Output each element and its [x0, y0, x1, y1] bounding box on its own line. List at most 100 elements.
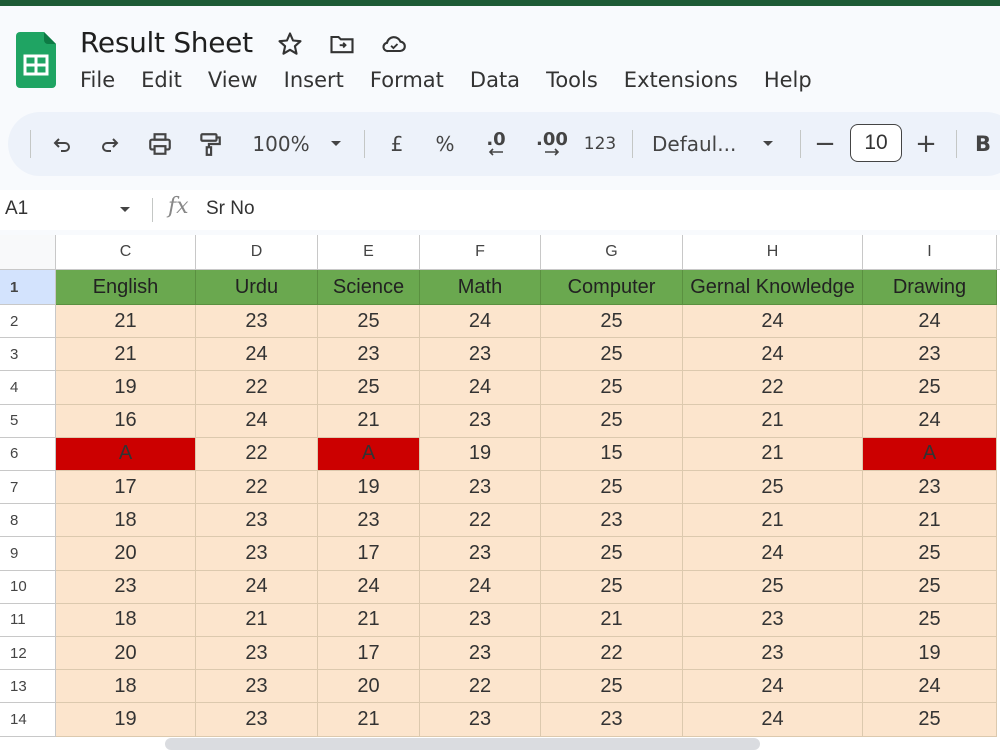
table-cell[interactable]: 18	[56, 603, 196, 637]
table-cell[interactable]: 25	[863, 703, 997, 737]
table-cell[interactable]: 25	[541, 537, 683, 571]
table-cell[interactable]: 21	[318, 404, 420, 438]
row-header[interactable]: 14	[0, 703, 56, 737]
table-cell[interactable]: 15	[541, 437, 683, 471]
menu-help[interactable]: Help	[764, 68, 812, 96]
column-header-f[interactable]: F	[420, 235, 541, 270]
menu-view[interactable]: View	[208, 68, 258, 96]
table-cell[interactable]: 24	[863, 670, 997, 704]
table-cell[interactable]: 19	[56, 371, 196, 405]
column-header-g[interactable]: G	[541, 235, 683, 270]
row-header[interactable]: 7	[0, 471, 56, 505]
row-header[interactable]: 9	[0, 537, 56, 571]
bold-button[interactable]: B	[972, 112, 994, 176]
table-cell[interactable]: 24	[683, 537, 863, 571]
table-cell[interactable]: 23	[420, 637, 541, 671]
currency-button[interactable]: £	[382, 112, 412, 176]
table-cell[interactable]: 24	[420, 570, 541, 604]
header-cell[interactable]: Urdu	[196, 270, 318, 305]
star-icon[interactable]	[276, 30, 304, 58]
row-header[interactable]: 3	[0, 338, 56, 372]
document-title[interactable]: Result Sheet	[80, 26, 253, 59]
menu-file[interactable]: File	[80, 68, 115, 96]
row-header[interactable]: 4	[0, 371, 56, 405]
table-cell[interactable]: 19	[863, 637, 997, 671]
name-box[interactable]: A1	[5, 198, 28, 220]
table-cell[interactable]: 20	[318, 670, 420, 704]
table-cell[interactable]: 25	[863, 371, 997, 405]
table-cell[interactable]: 22	[541, 637, 683, 671]
decrease-font-size-button[interactable]: −	[812, 112, 838, 176]
header-cell[interactable]: Science	[318, 270, 420, 305]
table-cell[interactable]: 23	[56, 570, 196, 604]
font-size-input[interactable]: 10	[850, 124, 902, 162]
table-cell[interactable]: 23	[863, 338, 997, 372]
table-cell[interactable]: 17	[318, 537, 420, 571]
menu-tools[interactable]: Tools	[546, 68, 598, 96]
header-cell[interactable]: Drawing	[863, 270, 997, 305]
paint-format-icon[interactable]	[194, 112, 226, 176]
table-cell[interactable]: 22	[196, 371, 318, 405]
table-cell[interactable]: 24	[196, 404, 318, 438]
table-cell[interactable]: 25	[683, 471, 863, 505]
menu-insert[interactable]: Insert	[284, 68, 344, 96]
chevron-down-icon[interactable]	[758, 112, 778, 176]
decrease-decimal-button[interactable]: .0	[476, 112, 516, 176]
number-format-button[interactable]: 123	[580, 112, 620, 176]
select-all-corner[interactable]	[0, 235, 56, 270]
table-cell[interactable]: 23	[420, 471, 541, 505]
table-cell[interactable]: 25	[863, 537, 997, 571]
table-cell[interactable]: 23	[196, 637, 318, 671]
table-cell[interactable]: 18	[56, 670, 196, 704]
chevron-down-icon[interactable]	[326, 112, 346, 176]
column-header-c[interactable]: C	[56, 235, 196, 270]
table-cell[interactable]: 24	[420, 305, 541, 339]
row-header[interactable]: 2	[0, 305, 56, 339]
table-cell[interactable]: 24	[196, 570, 318, 604]
table-cell[interactable]: 21	[683, 404, 863, 438]
table-cell[interactable]: 21	[683, 437, 863, 471]
table-cell[interactable]: 25	[683, 570, 863, 604]
font-family-select[interactable]: Defaul...	[652, 112, 750, 176]
row-header[interactable]: 12	[0, 637, 56, 671]
column-header-i[interactable]: I	[863, 235, 997, 270]
table-cell[interactable]: 23	[196, 504, 318, 538]
absent-cell[interactable]: A	[863, 437, 997, 471]
table-cell[interactable]: 23	[196, 703, 318, 737]
table-cell[interactable]: 23	[318, 504, 420, 538]
table-cell[interactable]: 23	[318, 338, 420, 372]
table-cell[interactable]: 25	[541, 371, 683, 405]
table-cell[interactable]: 21	[541, 603, 683, 637]
table-cell[interactable]: 25	[318, 371, 420, 405]
row-header[interactable]: 13	[0, 670, 56, 704]
table-cell[interactable]: 23	[683, 637, 863, 671]
table-cell[interactable]: 23	[420, 603, 541, 637]
table-cell[interactable]: 23	[420, 338, 541, 372]
menu-data[interactable]: Data	[470, 68, 520, 96]
row-header[interactable]: 10	[0, 570, 56, 604]
table-cell[interactable]: 22	[196, 471, 318, 505]
table-cell[interactable]: 22	[196, 437, 318, 471]
table-cell[interactable]: 23	[541, 504, 683, 538]
table-cell[interactable]: 24	[683, 338, 863, 372]
table-cell[interactable]: 17	[318, 637, 420, 671]
table-cell[interactable]: 25	[541, 471, 683, 505]
table-cell[interactable]: 23	[196, 537, 318, 571]
percent-button[interactable]: %	[430, 112, 460, 176]
table-cell[interactable]: 20	[56, 637, 196, 671]
table-cell[interactable]: 21	[318, 703, 420, 737]
table-cell[interactable]: 25	[541, 305, 683, 339]
table-cell[interactable]: 19	[420, 437, 541, 471]
menu-extensions[interactable]: Extensions	[624, 68, 738, 96]
table-cell[interactable]: 23	[420, 404, 541, 438]
move-folder-icon[interactable]	[328, 30, 356, 58]
table-cell[interactable]: 22	[420, 670, 541, 704]
menu-format[interactable]: Format	[370, 68, 444, 96]
table-cell[interactable]: 23	[196, 305, 318, 339]
sheets-logo-icon[interactable]	[16, 32, 56, 88]
header-cell[interactable]: Computer	[541, 270, 683, 305]
increase-font-size-button[interactable]: +	[912, 112, 940, 176]
table-cell[interactable]: 24	[420, 371, 541, 405]
header-cell[interactable]: English	[56, 270, 196, 305]
table-cell[interactable]: 19	[318, 471, 420, 505]
